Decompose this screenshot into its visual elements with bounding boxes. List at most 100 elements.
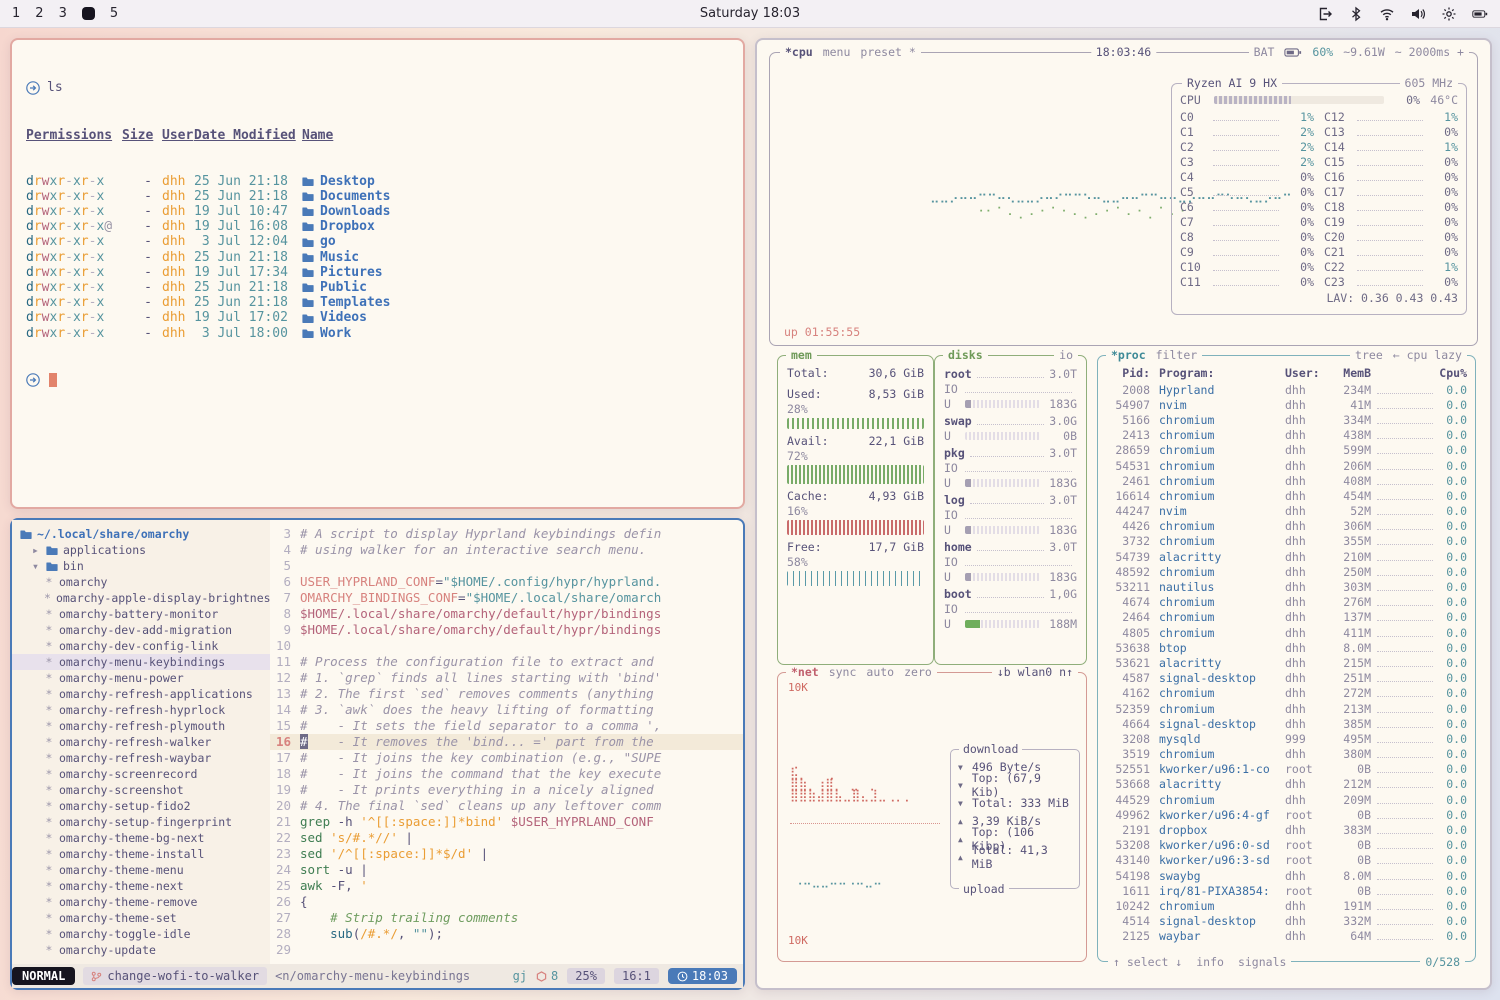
tree-item-bin[interactable]: ▾bin [12,558,270,574]
process-row[interactable]: 4426chromiumdhh306M0.0 [1106,519,1467,534]
process-row[interactable]: 48592chromiumdhh250M0.0 [1106,564,1467,579]
workspace-4-active[interactable] [82,7,95,20]
header-memb[interactable]: MemB [1329,366,1371,380]
tab-preset[interactable]: preset * [860,45,915,59]
tree-item-omarchy-refresh-walker[interactable]: *omarchy-refresh-walker [12,734,270,750]
tree-item-omarchy-refresh-hyprlock[interactable]: *omarchy-refresh-hyprlock [12,702,270,718]
tree-item-omarchy-setup-fingerprint[interactable]: *omarchy-setup-fingerprint [12,814,270,830]
volume-icon[interactable] [1410,6,1426,22]
tree-item-omarchy[interactable]: *omarchy [12,574,270,590]
process-row[interactable]: 4514signal-desktopdhh332M0.0 [1106,914,1467,929]
tree-item-omarchy-apple-display-brightness[interactable]: *omarchy-apple-display-brightness [12,590,270,606]
process-row[interactable]: 3519chromiumdhh380M0.0 [1106,747,1467,762]
tab-sync[interactable]: sync [829,665,857,679]
refresh-interval[interactable]: ~ 2000ms + [1395,45,1464,59]
process-row[interactable]: 54198swaybgdhh8.0M0.0 [1106,868,1467,883]
prompt-line-input[interactable] [26,373,729,387]
tree-item-omarchy-theme-install[interactable]: *omarchy-theme-install [12,846,270,862]
process-row[interactable]: 16614chromiumdhh454M0.0 [1106,488,1467,503]
footer-signals[interactable]: signals [1238,955,1286,969]
prompt-line[interactable]: ls [26,80,729,95]
process-row[interactable]: 53208kworker/u96:0-sdroot0B0.0 [1106,838,1467,853]
process-row[interactable]: 53668alacrittydhh212M0.0 [1106,777,1467,792]
process-row[interactable]: 3732chromiumdhh355M0.0 [1106,534,1467,549]
code-buffer[interactable]: 3# A script to display Hyprland keybindi… [270,520,743,964]
workspace-1[interactable]: 1 [12,6,20,21]
process-row[interactable]: 4587signal-desktopdhh251M0.0 [1106,671,1467,686]
process-row[interactable]: 49962kworker/u96:4-gfroot0B0.0 [1106,807,1467,822]
process-row[interactable]: 44529chromiumdhh209M0.0 [1106,792,1467,807]
tab-tree[interactable]: tree [1355,348,1383,362]
tree-item-omarchy-dev-add-migration[interactable]: *omarchy-dev-add-migration [12,622,270,638]
process-row[interactable]: 54531chromiumdhh206M0.0 [1106,458,1467,473]
process-row[interactable]: 2464chromiumdhh137M0.0 [1106,610,1467,625]
process-row[interactable]: 4805chromiumdhh411M0.0 [1106,625,1467,640]
process-row[interactable]: 53638btopdhh8.0M0.0 [1106,640,1467,655]
process-row[interactable]: 2413chromiumdhh438M0.0 [1106,428,1467,443]
wifi-icon[interactable] [1379,6,1395,22]
process-row[interactable]: 10242chromiumdhh191M0.0 [1106,898,1467,913]
workspace-2[interactable]: 2 [35,6,43,21]
process-row[interactable]: 5166chromiumdhh334M0.0 [1106,412,1467,427]
process-row[interactable]: 3208mysqld999495M0.0 [1106,731,1467,746]
process-row[interactable]: 28659chromiumdhh599M0.0 [1106,443,1467,458]
tab-proc[interactable]: *proc [1111,348,1146,362]
tree-item-omarchy-theme-bg-next[interactable]: *omarchy-theme-bg-next [12,830,270,846]
process-row[interactable]: 4674chromiumdhh276M0.0 [1106,595,1467,610]
tab-mem[interactable]: mem [791,348,812,362]
header-program[interactable]: Program: [1150,366,1285,380]
footer-info[interactable]: info [1196,955,1224,969]
process-row[interactable]: 52551kworker/u96:1-coroot0B0.0 [1106,762,1467,777]
process-row[interactable]: 44247nvimdhh52M0.0 [1106,504,1467,519]
tree-item-omarchy-screenshot[interactable]: *omarchy-screenshot [12,782,270,798]
bluetooth-icon[interactable] [1348,6,1364,22]
header-user[interactable]: User: [1285,366,1329,380]
process-row[interactable]: 4664signal-desktopdhh385M0.0 [1106,716,1467,731]
tree-item-omarchy-theme-next[interactable]: *omarchy-theme-next [12,878,270,894]
process-row[interactable]: 4162chromiumdhh272M0.0 [1106,686,1467,701]
header-cpu[interactable]: Cpu% [1433,366,1467,380]
workspace-5[interactable]: 5 [110,6,118,21]
tab-auto[interactable]: auto [866,665,894,679]
tree-item-applications[interactable]: ▸applications [12,542,270,558]
process-row[interactable]: 2461chromiumdhh408M0.0 [1106,473,1467,488]
process-row[interactable]: 54907nvimdhh41M0.0 [1106,397,1467,412]
settings-icon[interactable] [1441,6,1457,22]
tree-item-omarchy-refresh-applications[interactable]: *omarchy-refresh-applications [12,686,270,702]
tree-item-omarchy-menu-power[interactable]: *omarchy-menu-power [12,670,270,686]
tree-item-omarchy-theme-set[interactable]: *omarchy-theme-set [12,910,270,926]
tree-item-omarchy-setup-fido2[interactable]: *omarchy-setup-fido2 [12,798,270,814]
tree-item-omarchy-update[interactable]: *omarchy-update [12,942,270,958]
tree-item-omarchy-dev-config-link[interactable]: *omarchy-dev-config-link [12,638,270,654]
tab-disks[interactable]: disks [948,348,983,362]
disks-io-tab[interactable]: io [1054,348,1078,362]
footer-select[interactable]: ↑ select ↓ [1113,955,1182,969]
battery-icon[interactable] [1472,6,1488,22]
process-row[interactable]: 53211nautilusdhh303M0.0 [1106,579,1467,594]
tab-menu[interactable]: menu [823,45,851,59]
tab-cpulazy[interactable]: ← cpu lazy [1393,348,1462,362]
header-pid[interactable]: Pid: [1106,366,1150,380]
tab-net[interactable]: *net [791,665,819,679]
process-row[interactable]: 43140kworker/u96:3-sdroot0B0.0 [1106,853,1467,868]
tree-item-omarchy-theme-menu[interactable]: *omarchy-theme-menu [12,862,270,878]
tree-item-omarchy-menu-keybindings[interactable]: *omarchy-menu-keybindings [12,654,270,670]
process-row[interactable]: 2125waybardhh64M0.0 [1106,929,1467,944]
process-row[interactable]: 2008Hyprlanddhh234M0.0 [1106,382,1467,397]
tab-cpu[interactable]: *cpu [785,45,813,59]
process-row[interactable]: 1611irq/81-PIXA3854:root0B0.0 [1106,883,1467,898]
tree-item-omarchy-screenrecord[interactable]: *omarchy-screenrecord [12,766,270,782]
tree-item-omarchy-refresh-waybar[interactable]: *omarchy-refresh-waybar [12,750,270,766]
process-row[interactable]: 52359chromiumdhh213M0.0 [1106,701,1467,716]
tree-item-omarchy-theme-remove[interactable]: *omarchy-theme-remove [12,894,270,910]
tab-filter[interactable]: filter [1156,348,1198,362]
tree-item-omarchy-toggle-idle[interactable]: *omarchy-toggle-idle [12,926,270,942]
tree-item-omarchy-refresh-plymouth[interactable]: *omarchy-refresh-plymouth [12,718,270,734]
workspace-3[interactable]: 3 [59,6,67,21]
logout-icon[interactable] [1317,6,1333,22]
tab-zero[interactable]: zero [904,665,932,679]
tree-item----local-share-omarchy[interactable]: ~/.local/share/omarchy [12,526,270,542]
process-row[interactable]: 2191dropboxdhh383M0.0 [1106,822,1467,837]
tree-item-omarchy-battery-monitor[interactable]: *omarchy-battery-monitor [12,606,270,622]
process-row[interactable]: 54739alacrittydhh210M0.0 [1106,549,1467,564]
